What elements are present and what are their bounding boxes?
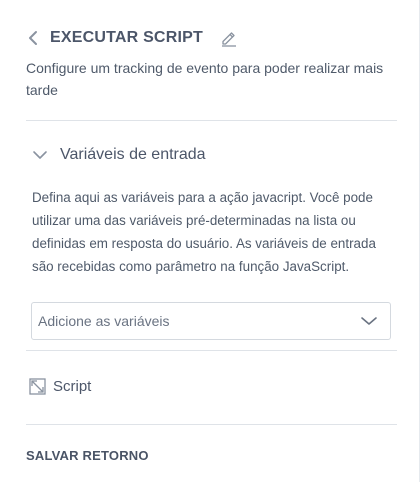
divider: [26, 424, 397, 425]
panel-subtitle: Configure um tracking de evento para pod…: [26, 60, 384, 98]
variables-select[interactable]: Adicione as variáveis: [31, 302, 391, 340]
chevron-left-icon[interactable]: [28, 29, 42, 47]
save-return-button[interactable]: SALVAR RETORNO: [26, 448, 149, 463]
panel-header: EXECUTAR SCRIPT: [28, 27, 238, 49]
script-toggle[interactable]: Script: [29, 376, 91, 396]
script-label: Script: [53, 377, 92, 395]
page-title: EXECUTAR SCRIPT: [50, 29, 203, 46]
pencil-icon[interactable]: [220, 29, 238, 47]
variables-select-placeholder: Adicione as variáveis: [38, 313, 170, 329]
expand-diagonal-icon: [29, 377, 46, 395]
execute-script-panel: EXECUTAR SCRIPT Configure um tracking de…: [0, 0, 420, 482]
input-variables-toggle[interactable]: Variáveis de entrada: [32, 144, 206, 166]
divider: [26, 350, 397, 351]
chevron-down-icon: [32, 149, 48, 161]
input-variables-title: Variáveis de entrada: [60, 146, 206, 163]
chevron-down-icon: [360, 315, 378, 327]
divider: [26, 120, 397, 121]
input-variables-description: Defina aqui as variáveis para a ação jav…: [32, 190, 376, 274]
